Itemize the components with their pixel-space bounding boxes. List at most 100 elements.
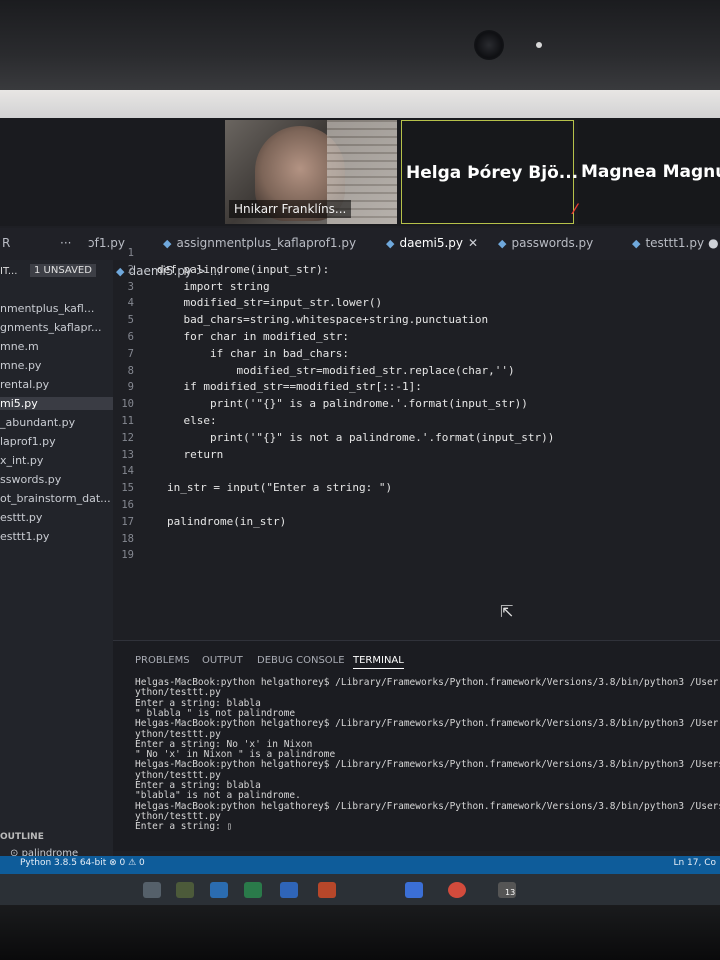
excel-icon[interactable]	[244, 882, 262, 898]
notification-badge: 13	[505, 888, 516, 897]
laptop-bezel-bottom	[0, 905, 720, 960]
mic-muted-icon: ⁄	[574, 202, 577, 218]
webcam-indicator	[536, 42, 542, 48]
tab-debug-console[interactable]: DEBUG CONSOLE	[257, 655, 345, 666]
code-line[interactable]: in_str = input("Enter a string: ")	[167, 481, 392, 494]
code-line[interactable]: for char in modified_str:	[157, 330, 349, 343]
line-number: 12	[121, 431, 134, 444]
line-number: 10	[121, 398, 134, 411]
explorer-header: IT...	[0, 266, 18, 277]
line-number: 6	[127, 331, 134, 343]
python-file-icon: ◆	[386, 237, 395, 250]
line-number: 7	[127, 347, 134, 360]
code-editor[interactable]: 1 2 def palindrome(input_str): 3 import str…	[113, 247, 720, 640]
code-line[interactable]: return	[157, 448, 223, 461]
tab-terminal[interactable]: TERMINAL	[353, 655, 404, 669]
task-view-icon[interactable]	[143, 882, 161, 898]
outline-header[interactable]: OUTLINE	[0, 832, 44, 842]
status-bar: Python 3.8.5 64-bit ⊗ 0 ⚠ 0 Ln 17, Co	[0, 856, 720, 874]
python-file-icon: ◆	[498, 237, 507, 250]
code-line[interactable]: if char in bad_chars:	[157, 347, 349, 360]
participant-tile-3[interactable]: Magnea Magnú	[578, 120, 720, 224]
code-line[interactable]: else:	[157, 414, 216, 427]
participant-tile-2[interactable]: Helga Þórey Bjö...	[401, 120, 578, 224]
tab-label: assignmentplus_kaflaprof1.py	[176, 236, 357, 250]
explorer-file[interactable]: esttt.py	[0, 511, 113, 524]
terminal-line: Helgas-MacBook:python helgathorey$ /Libr…	[135, 800, 720, 812]
line-number: 9	[127, 381, 134, 394]
code-line[interactable]: palindrome(in_str)	[167, 515, 286, 528]
unsaved-dot-icon: ●	[708, 236, 719, 250]
windows-taskbar: 13	[0, 874, 720, 908]
line-number: 5	[127, 314, 134, 327]
line-number: 17	[121, 515, 134, 528]
explorer-file[interactable]: _abundant.py	[0, 416, 113, 429]
line-number: 3	[127, 280, 134, 293]
line-number: 18	[121, 532, 134, 545]
powerpoint-icon[interactable]	[318, 882, 336, 898]
chrome-icon[interactable]	[448, 882, 466, 898]
code-line[interactable]: import string	[157, 280, 269, 293]
explorer-file[interactable]: esttt1.py	[0, 530, 113, 543]
line-number: 19	[121, 549, 134, 562]
code-line[interactable]: modified_str=input_str.lower()	[157, 296, 382, 309]
more-tabs-icon[interactable]: ···	[60, 236, 71, 250]
explorer-file-selected[interactable]: mi5.py	[0, 397, 113, 410]
laptop-screen: Hnikarr Franklíns... Helga Þórey Bjö... …	[0, 118, 720, 908]
line-number: 2	[127, 263, 134, 276]
cursor-position[interactable]: Ln 17, Co	[673, 858, 716, 868]
webcam-lens	[474, 30, 504, 60]
tab-file-active[interactable]: ◆ daemi5.py ✕	[386, 236, 478, 250]
video-call-strip: Hnikarr Franklíns... Helga Þórey Bjö... …	[0, 118, 720, 226]
explorer-file[interactable]: rental.py	[0, 378, 113, 391]
line-number: 14	[121, 465, 134, 478]
code-line[interactable]: def palindrome(input_str):	[157, 263, 329, 276]
close-tab-icon[interactable]: ✕	[468, 236, 478, 250]
participant-name: Magnea Magnú	[581, 162, 720, 182]
participant-name: Hnikarr Franklíns...	[229, 200, 352, 218]
explorer-file[interactable]: x_int.py	[0, 454, 113, 467]
tab-label: daemi5.py	[399, 236, 464, 250]
participant-name: Helga Þórey Bjö...	[406, 163, 579, 183]
line-number: 4	[127, 297, 134, 310]
tab-file[interactable]: ◆ passwords.py	[498, 236, 593, 250]
code-line[interactable]: modified_str=modified_str.replace(char,'…	[157, 364, 514, 377]
tab-problems[interactable]: PROBLEMS	[135, 655, 190, 666]
edge-icon[interactable]	[210, 882, 228, 898]
teams-icon[interactable]	[405, 882, 423, 898]
python-interpreter-status[interactable]: Python 3.8.5 64-bit ⊗ 0 ⚠ 0	[20, 858, 145, 868]
app-icon[interactable]	[176, 882, 194, 898]
explorer-file[interactable]: mne.m	[0, 340, 113, 353]
terminal-line: Enter a string: ▯	[135, 821, 233, 833]
explorer-collapse-icon[interactable]: R	[2, 236, 10, 250]
tab-label: passwords.py	[511, 236, 594, 250]
bottom-panel: PROBLEMS OUTPUT DEBUG CONSOLE TERMINAL H…	[113, 640, 720, 851]
tab-output[interactable]: OUTPUT	[202, 655, 243, 666]
python-file-icon: ◆	[163, 237, 172, 250]
python-file-icon: ◆	[632, 237, 641, 250]
code-line[interactable]: print('"{}" is a palindrome.'.format(inp…	[157, 397, 528, 410]
explorer-file[interactable]: nmentplus_kafl...	[0, 302, 113, 315]
participant-tile-1[interactable]: Hnikarr Franklíns...	[225, 120, 397, 224]
file-explorer: IT... 1 UNSAVED nmentplus_kafl... gnment…	[0, 260, 113, 860]
line-number: 15	[121, 482, 134, 495]
line-number: 16	[121, 499, 134, 511]
code-line[interactable]: if modified_str==modified_str[::-1]:	[157, 380, 421, 393]
tab-file[interactable]: ◆ assignmentplus_kaflaprof1.py	[163, 236, 356, 250]
laptop-bezel-top	[0, 0, 720, 92]
mouse-pointer-icon: ⇱	[500, 602, 514, 621]
tab-label: testtt1.py	[645, 236, 705, 250]
explorer-file[interactable]: sswords.py	[0, 473, 113, 486]
line-number: 1	[127, 247, 134, 259]
tab-file[interactable]: ◆ testtt1.py ●	[632, 236, 719, 250]
explorer-file[interactable]: mne.py	[0, 359, 113, 372]
terminal-line: Helgas-MacBook:python helgathorey$ /Libr…	[135, 718, 719, 730]
line-number: 13	[121, 448, 134, 461]
word-icon[interactable]	[280, 882, 298, 898]
code-line[interactable]: bad_chars=string.whitespace+string.punct…	[157, 313, 488, 326]
explorer-file[interactable]: ot_brainstorm_dat...	[0, 492, 113, 505]
code-line[interactable]: print('"{}" is not a palindrome.'.format…	[157, 431, 554, 444]
explorer-file[interactable]: gnments_kaflapr...	[0, 321, 113, 334]
explorer-file[interactable]: laprof1.py	[0, 435, 113, 448]
line-number: 8	[127, 364, 134, 377]
